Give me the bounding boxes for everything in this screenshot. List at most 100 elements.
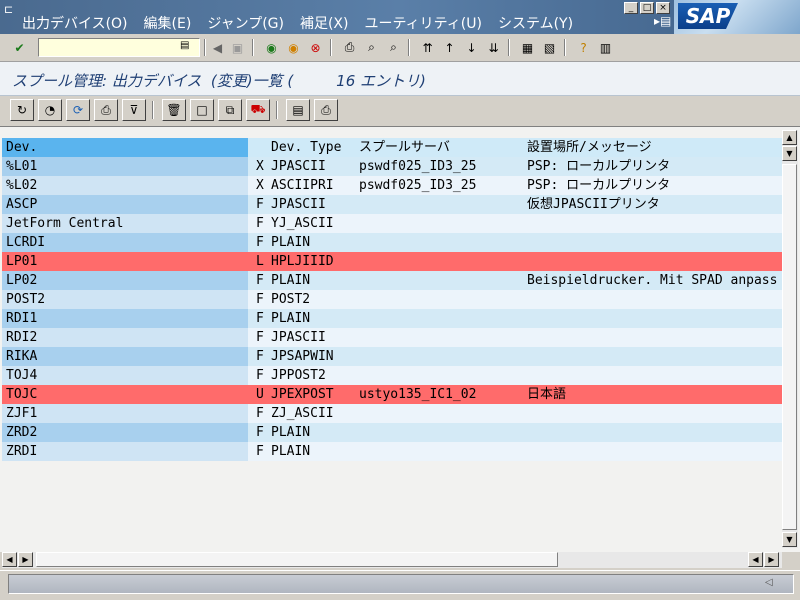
next-page-icon[interactable]: ↓ bbox=[462, 38, 481, 57]
row-dev-type: JPASCII bbox=[271, 197, 326, 212]
row-dev-type: YJ_ASCII bbox=[271, 216, 334, 231]
row-dev-type: HPLJIIID bbox=[271, 254, 334, 269]
horizontal-scroll-thumb[interactable] bbox=[36, 552, 558, 567]
scroll-right-icon[interactable]: ▶ bbox=[764, 552, 779, 567]
copy-icon[interactable]: ⧉ bbox=[218, 99, 242, 121]
table-row[interactable]: RDI2 F JPASCII bbox=[2, 328, 782, 347]
horizontal-scrollbar[interactable]: ◀ ▶ ◀ ▶ bbox=[2, 552, 782, 568]
vertical-scrollbar[interactable]: ▲ ▼ ▼ bbox=[782, 130, 798, 548]
row-spool-server bbox=[359, 366, 527, 385]
help-icon[interactable]: ? bbox=[574, 38, 593, 57]
header-spool-server[interactable]: スプールサーバ bbox=[359, 138, 527, 157]
table-row[interactable]: ZRDI F PLAIN bbox=[2, 442, 782, 461]
find-next-icon[interactable]: ⌕ bbox=[384, 38, 403, 57]
header-location[interactable]: 設置場所/メッセージ bbox=[527, 138, 782, 157]
last-page-icon[interactable]: ⇊ bbox=[484, 38, 503, 57]
display-change-icon[interactable]: ↻ bbox=[10, 99, 34, 121]
row-dev: %L01 bbox=[2, 157, 248, 176]
first-page-icon[interactable]: ⇈ bbox=[418, 38, 437, 57]
find-icon[interactable]: ⌕ bbox=[362, 38, 381, 57]
scroll-up-page-icon[interactable]: ▼ bbox=[782, 146, 797, 161]
table-row[interactable]: ZJF1 F ZJ_ASCII bbox=[2, 404, 782, 423]
table-row[interactable]: RIKA F JPSAPWIN bbox=[2, 347, 782, 366]
row-dev: JetForm Central bbox=[2, 214, 248, 233]
row-flag: F bbox=[256, 216, 264, 231]
back-icon[interactable]: ◉ bbox=[262, 38, 281, 57]
create-icon[interactable]: □ bbox=[190, 99, 214, 121]
command-field[interactable] bbox=[38, 38, 200, 57]
printer-icon[interactable]: ⎙ bbox=[94, 99, 118, 121]
table-row[interactable]: ASCP F JPASCII 仮想JPASCIIプリンタ bbox=[2, 195, 782, 214]
row-location: Beispieldrucker. Mit SPAD anpass bbox=[527, 273, 778, 288]
status-toggle-icon[interactable]: ◁ bbox=[765, 577, 773, 588]
print-icon[interactable]: ⎙ bbox=[340, 38, 359, 57]
toolbar-separator bbox=[408, 39, 410, 56]
scroll-up-icon[interactable]: ▲ bbox=[782, 130, 797, 145]
close-icon[interactable]: × bbox=[656, 2, 670, 14]
window-system-icon[interactable]: ⊏ bbox=[4, 3, 13, 16]
scroll-right-step-icon[interactable]: ▶ bbox=[18, 552, 33, 567]
row-location bbox=[527, 366, 782, 385]
row-flag: U bbox=[256, 387, 264, 402]
shortcut-icon[interactable]: ▧ bbox=[540, 38, 559, 57]
table-row[interactable]: TOJC U JPEXPOST ustyo135_IC1_02 日本語 bbox=[2, 385, 782, 404]
row-dev-type: POST2 bbox=[271, 292, 311, 307]
row-dev-type: JPASCII bbox=[271, 159, 326, 174]
table-row[interactable]: LP02 F PLAIN Beispieldrucker. Mit SPAD anpa… bbox=[2, 271, 782, 290]
menu-goto[interactable]: ジャンプ(G) bbox=[207, 13, 284, 33]
menu-utilities[interactable]: ユーティリティ(U) bbox=[364, 13, 482, 33]
calculator-icon[interactable]: ▤ bbox=[286, 99, 310, 121]
layout-menu-icon[interactable]: ▸▤ bbox=[654, 14, 671, 28]
filter-icon[interactable]: ⊽ bbox=[122, 99, 146, 121]
row-flag: F bbox=[256, 406, 264, 421]
scroll-down-icon[interactable]: ▼ bbox=[782, 532, 797, 547]
row-dev: RDI1 bbox=[2, 309, 248, 328]
output-requests-icon[interactable]: ◔ bbox=[38, 99, 62, 121]
row-flag: F bbox=[256, 349, 264, 364]
row-dev: RDI2 bbox=[2, 328, 248, 347]
table-row[interactable]: ZRD2 F PLAIN bbox=[2, 423, 782, 442]
customize-layout-icon[interactable]: ▥ bbox=[596, 38, 615, 57]
table-row[interactable]: LCRDI F PLAIN bbox=[2, 233, 782, 252]
scroll-left-icon[interactable]: ◀ bbox=[2, 552, 17, 567]
row-dev: ZJF1 bbox=[2, 404, 248, 423]
table-row[interactable]: %L01 X JPASCII pswdf025_ID3_25 PSP: ローカルプリンタ bbox=[2, 157, 782, 176]
table-row[interactable]: RDI1 F PLAIN bbox=[2, 309, 782, 328]
row-flag: F bbox=[256, 235, 264, 250]
table-row[interactable]: LP01 L HPLJIIID bbox=[2, 252, 782, 271]
toolbar-separator bbox=[152, 101, 154, 119]
table-row[interactable]: POST2 F POST2 bbox=[2, 290, 782, 309]
table-row[interactable]: JetForm Central F YJ_ASCII bbox=[2, 214, 782, 233]
menu-edit[interactable]: 編集(E) bbox=[144, 13, 192, 33]
row-location bbox=[527, 214, 782, 233]
save-icon[interactable]: ▣ bbox=[228, 38, 247, 57]
table-row[interactable]: TOJ4 F JPPOST2 bbox=[2, 366, 782, 385]
exit-icon[interactable]: ◉ bbox=[284, 38, 303, 57]
transport-icon[interactable]: ⛟ bbox=[246, 99, 270, 121]
previous-page-icon[interactable]: ↑ bbox=[440, 38, 459, 57]
create-session-icon[interactable]: ▦ bbox=[518, 38, 537, 57]
collapse-icon[interactable]: ◀ bbox=[208, 38, 227, 57]
menu-system[interactable]: システム(Y) bbox=[498, 13, 573, 33]
test-print-icon[interactable]: ⎙ bbox=[314, 99, 338, 121]
vertical-scroll-thumb[interactable] bbox=[782, 164, 797, 530]
header-dev-type[interactable]: Dev. Type bbox=[271, 138, 357, 157]
cancel-icon[interactable]: ⊗ bbox=[306, 38, 325, 57]
menu-extras[interactable]: 補足(X) bbox=[300, 13, 349, 33]
header-dev[interactable]: Dev. bbox=[2, 138, 248, 157]
refresh-icon[interactable]: ⟳ bbox=[66, 99, 90, 121]
row-flag: F bbox=[256, 197, 264, 212]
command-history-icon[interactable]: ▤ bbox=[180, 40, 189, 51]
toolbar-separator bbox=[252, 39, 254, 56]
scroll-left-step-icon[interactable]: ◀ bbox=[748, 552, 763, 567]
minimize-icon[interactable]: _ bbox=[624, 2, 638, 14]
menu-output-device[interactable]: 出力デバイス(O) bbox=[22, 13, 128, 33]
row-flag: F bbox=[256, 311, 264, 326]
table-row[interactable]: %L02 X ASCIIPRI pswdf025_ID3_25 PSP: ローカルプリン… bbox=[2, 176, 782, 195]
maximize-icon[interactable]: □ bbox=[640, 2, 654, 14]
row-dev: ASCP bbox=[2, 195, 248, 214]
delete-icon[interactable]: 🗑 bbox=[162, 99, 186, 121]
row-spool-server bbox=[359, 233, 527, 252]
row-dev-type: ZJ_ASCII bbox=[271, 406, 334, 421]
enter-check-icon[interactable]: ✔ bbox=[10, 38, 29, 57]
